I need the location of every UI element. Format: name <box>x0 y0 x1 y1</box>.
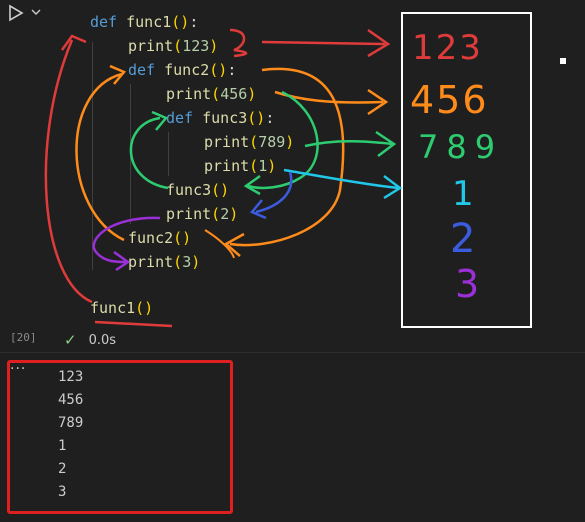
code-token: ) <box>247 85 257 103</box>
handwritten-result-3: 789 <box>418 128 504 166</box>
code-token: func3 <box>202 109 248 127</box>
code-token: () <box>171 13 190 31</box>
handwritten-result-6: 3 <box>455 262 482 306</box>
code-token: print <box>166 85 212 103</box>
indent-guide <box>168 132 169 176</box>
code-token: 3 <box>182 253 192 271</box>
handwritten-result-4: 1 <box>452 174 476 214</box>
code-token: ) <box>209 37 219 55</box>
code-line[interactable]: func1() <box>90 298 153 318</box>
code-token: 1 <box>258 157 268 175</box>
code-token: print <box>204 157 250 175</box>
code-line[interactable]: func2() <box>128 228 191 248</box>
code-token: ( <box>211 85 221 103</box>
code-token: func1 <box>90 299 136 317</box>
code-line[interactable]: func3() <box>166 180 229 200</box>
code-token: () <box>135 299 154 317</box>
code-token: ) <box>285 133 295 151</box>
code-token: 123 <box>182 37 210 55</box>
code-token: def <box>90 13 127 31</box>
indent-guide <box>92 42 93 270</box>
code-line[interactable]: print(456) <box>166 84 256 104</box>
notebook-cell: [20] def func1(): print(123) def func2(): p… <box>0 0 585 522</box>
indent-guide <box>130 84 131 224</box>
run-cell-button[interactable] <box>8 4 46 22</box>
code-line[interactable]: print(3) <box>128 252 200 272</box>
code-token: ) <box>267 157 277 175</box>
code-token: ( <box>211 205 221 223</box>
code-token: print <box>204 133 250 151</box>
handwritten-result-2: 456 <box>410 78 489 122</box>
code-token: () <box>209 61 228 79</box>
code-token: func3 <box>166 181 212 199</box>
execution-count: [20] <box>10 331 37 344</box>
code-token: func1 <box>126 13 172 31</box>
code-token: () <box>211 181 230 199</box>
output-highlight-box <box>7 360 233 514</box>
cursor-marker <box>560 58 566 64</box>
chevron-down-icon <box>31 9 41 15</box>
code-token: 2 <box>220 205 230 223</box>
code-token: : <box>265 109 275 127</box>
code-line[interactable]: def func3(): <box>166 108 274 128</box>
code-token: () <box>247 109 266 127</box>
code-token: : <box>227 61 237 79</box>
code-token: ( <box>249 133 259 151</box>
code-token: () <box>173 229 192 247</box>
code-token: def <box>128 61 165 79</box>
code-token: def <box>166 109 203 127</box>
code-line[interactable]: print(123) <box>128 36 218 56</box>
code-token: func2 <box>128 229 174 247</box>
code-token: ( <box>173 37 183 55</box>
code-line[interactable]: print(789) <box>204 132 294 152</box>
execution-duration: 0.0s <box>88 332 117 348</box>
code-line[interactable]: def func2(): <box>128 60 236 80</box>
play-icon <box>9 4 41 22</box>
code-line[interactable]: print(2) <box>166 204 238 224</box>
code-token: ) <box>191 253 201 271</box>
check-icon: ✓ <box>64 331 77 349</box>
handwritten-result-1: 123 <box>412 28 483 68</box>
code-token: print <box>128 253 174 271</box>
code-token: ( <box>249 157 259 175</box>
output-area: ··· 123 456 789 1 2 3 <box>0 353 585 522</box>
code-token: 456 <box>220 85 248 103</box>
code-line[interactable]: print(1) <box>204 156 276 176</box>
cell-gutter: [20] <box>0 0 48 352</box>
code-token: ( <box>173 253 183 271</box>
code-token: print <box>166 205 212 223</box>
handwritten-result-5: 2 <box>450 216 478 262</box>
code-token: : <box>189 13 199 31</box>
code-token: func2 <box>164 61 210 79</box>
code-token: ) <box>229 205 239 223</box>
code-token: 789 <box>258 133 286 151</box>
execution-status: ✓ 0.0s <box>64 330 116 350</box>
code-token: print <box>128 37 174 55</box>
code-line[interactable]: def func1(): <box>90 12 198 32</box>
